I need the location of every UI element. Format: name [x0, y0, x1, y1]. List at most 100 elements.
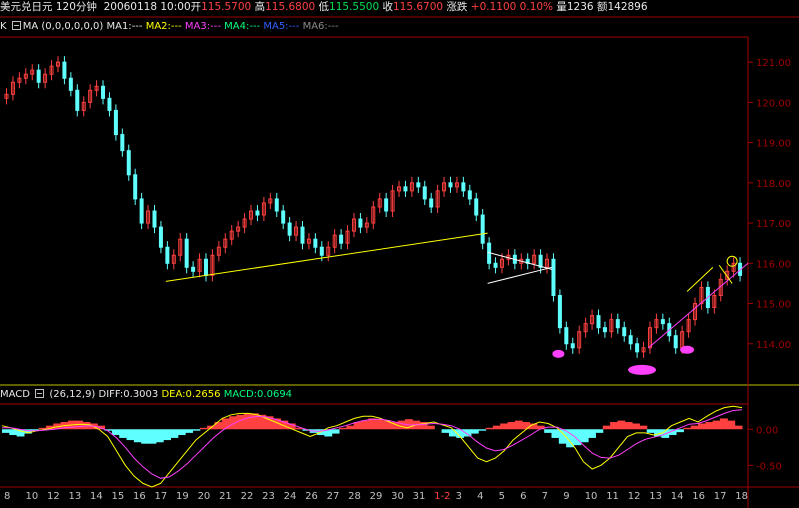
macd-bar [478, 429, 487, 431]
macd-bar [361, 420, 369, 430]
x-tick-label: 21 [219, 491, 232, 502]
candle-body [139, 198, 144, 224]
candle-body [538, 254, 543, 268]
x-tick-label: 12 [47, 491, 60, 502]
macd-bar [632, 423, 640, 430]
candle-body [62, 61, 67, 79]
macd-y-tick-label: -0.50 [756, 461, 782, 472]
y-tick-label: 115.00 [756, 300, 791, 311]
macd-bar [514, 420, 523, 430]
x-tick-label: 17 [155, 491, 168, 502]
trendline-rising [648, 262, 749, 349]
candle-body [557, 294, 562, 329]
pink-marker [680, 345, 695, 354]
x-tick-label: 4 [477, 491, 483, 502]
candle-body [158, 226, 163, 248]
macd-bar [2, 429, 10, 433]
y-tick-label: 116.00 [756, 259, 791, 270]
macd-bar [727, 420, 736, 430]
x-tick-label: 28 [348, 491, 361, 502]
candle-body [358, 218, 363, 228]
candle-body [75, 89, 80, 111]
macd-bar [397, 420, 406, 430]
macd-bar [734, 425, 743, 430]
y-tick-label: 118.00 [756, 179, 791, 190]
candle-body [493, 262, 498, 268]
candle-body [448, 182, 453, 188]
candle-body [184, 238, 189, 268]
candle-body [255, 210, 260, 216]
macd-bar [199, 427, 208, 430]
macd-bar [705, 422, 714, 430]
macd-bar [580, 429, 589, 443]
candle-body [416, 182, 421, 188]
macd-bar [492, 425, 501, 430]
candle-body [120, 134, 125, 152]
macd-bar [375, 419, 384, 430]
candle-body [673, 335, 678, 349]
candle-body [628, 335, 633, 345]
macd-bar [712, 420, 721, 430]
x-tick-label: 9 [563, 491, 569, 502]
x-tick-label: 7 [542, 491, 548, 502]
candle-body [36, 69, 41, 83]
macd-bar [588, 429, 596, 438]
x-tick-label: 31 [413, 491, 426, 502]
y-tick-label: 119.00 [756, 139, 791, 150]
macd-bar [141, 429, 150, 444]
macd-bar [617, 420, 626, 430]
macd-bar [500, 423, 509, 430]
candle-body [274, 198, 279, 212]
x-tick-label: 13 [69, 491, 82, 502]
x-tick-label: 14 [671, 491, 684, 502]
x-tick-label: 16 [133, 491, 146, 502]
macd-bar [111, 429, 120, 436]
macd-bar [221, 418, 230, 430]
price-chart[interactable]: 121.00120.00119.00118.00117.00116.00115.… [0, 0, 799, 508]
macd-bar [426, 425, 435, 430]
candle-body [615, 319, 620, 329]
x-tick-label: 23 [262, 491, 275, 502]
macd-bar [507, 422, 516, 430]
candle-body [474, 198, 479, 216]
candle-body [480, 214, 485, 244]
candle-body [191, 266, 196, 272]
candle-body [319, 246, 324, 256]
candle-body [467, 190, 472, 200]
candle-body [429, 198, 434, 208]
macd-bar [163, 429, 172, 441]
x-tick-label: 27 [327, 491, 340, 502]
pink-marker [552, 349, 565, 358]
candle-body [461, 182, 466, 192]
y-tick-label: 121.00 [756, 58, 791, 69]
y-tick-label: 120.00 [756, 98, 791, 109]
macd-bar [470, 429, 479, 434]
x-tick-label: 20 [198, 491, 211, 502]
macd-bar [243, 413, 252, 430]
candle-body [313, 238, 318, 248]
macd-bar [170, 429, 179, 438]
candle-body [281, 210, 286, 224]
macd-bar [339, 427, 347, 430]
candle-body [339, 234, 344, 244]
x-tick-label: 24 [284, 491, 297, 502]
macd-bar [610, 422, 618, 430]
macd-bar [192, 429, 201, 431]
x-tick-label: 14 [90, 491, 103, 502]
candle-body [107, 97, 112, 111]
x-tick-label: 15 [112, 491, 125, 502]
x-tick-label: 29 [370, 491, 383, 502]
x-tick-label: 22 [241, 491, 254, 502]
candle-body [203, 258, 208, 276]
macd-bar [441, 429, 450, 433]
y-tick-label: 114.00 [756, 340, 791, 351]
candle-body [635, 343, 640, 353]
x-tick-label: 1-2 [434, 491, 450, 502]
x-tick-label: 17 [714, 491, 727, 502]
x-tick-label: 6 [520, 491, 526, 502]
x-tick-label: 13 [649, 491, 662, 502]
macd-y-tick-label: 0.00 [756, 425, 778, 436]
macd-bar [133, 429, 142, 443]
x-tick-label: 18 [735, 491, 748, 502]
macd-bar [676, 429, 684, 433]
